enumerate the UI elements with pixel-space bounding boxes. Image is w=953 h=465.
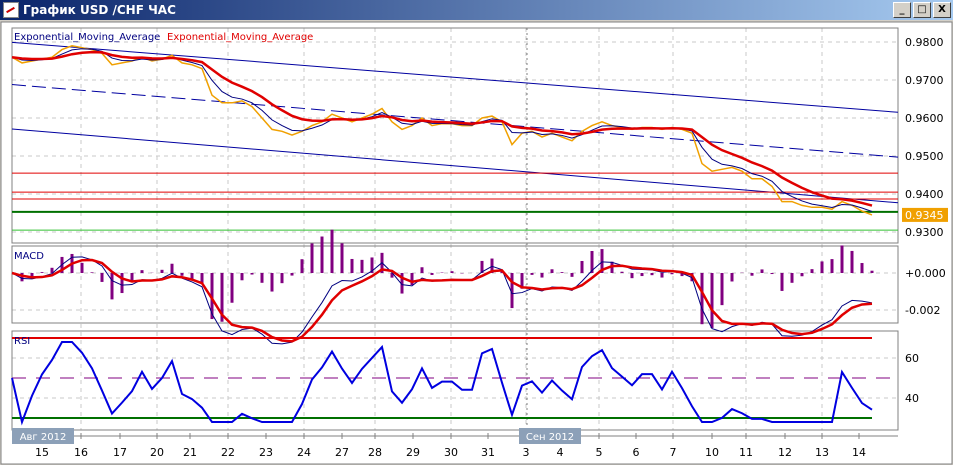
chart-area[interactable]: Exponential_Moving_Average Exponential_M…	[0, 20, 953, 465]
date-label: 3	[523, 446, 530, 459]
date-label: 21	[183, 446, 197, 459]
date-label: 24	[297, 446, 311, 459]
date-label: 30	[444, 446, 458, 459]
price-axis-label: 0.9400	[905, 188, 944, 201]
date-label: 14	[852, 446, 866, 459]
close-button[interactable]: X	[933, 2, 951, 18]
price-axis-label: 0.9300	[905, 226, 944, 239]
date-label: 6	[633, 446, 640, 459]
price-axis-label: 0.9600	[905, 112, 944, 125]
rsi-axis-label: 60	[905, 352, 919, 365]
rsi-axis-label: 40	[905, 392, 919, 405]
minimize-button[interactable]: _	[893, 2, 911, 18]
legend-ema-fast: Exponential_Moving_Average	[14, 32, 160, 43]
macd-label: MACD	[14, 251, 44, 262]
date-label: 29	[406, 446, 420, 459]
maximize-button[interactable]: □	[913, 2, 931, 18]
date-label: 27	[335, 446, 349, 459]
current-price-label: 0.9345	[905, 209, 944, 222]
date-label: 20	[150, 446, 164, 459]
date-label: 16	[74, 446, 88, 459]
rsi-label: RSI	[14, 336, 30, 347]
legend-ema-slow: Exponential_Moving_Average	[167, 32, 313, 43]
date-label: 12	[778, 446, 792, 459]
date-label: 11	[739, 446, 753, 459]
window-title: График USD /CHF ЧАС	[23, 3, 176, 17]
macd-axis-label: +0.000	[905, 267, 946, 280]
date-label: 15	[35, 446, 49, 459]
date-label: 13	[815, 446, 829, 459]
price-axis-label: 0.9800	[905, 36, 944, 49]
date-label: 7	[670, 446, 677, 459]
date-label: 28	[368, 446, 382, 459]
macd-axis-label: -0.002	[905, 304, 940, 317]
chart-app-icon	[3, 2, 19, 18]
date-label: 5	[596, 446, 603, 459]
month-label: Авг 2012	[20, 432, 67, 443]
title-bar: График USD /CHF ЧАС _ □ X	[0, 0, 953, 20]
date-label: 4	[557, 446, 564, 459]
date-label: 23	[259, 446, 273, 459]
date-label: 22	[221, 446, 235, 459]
date-label: 31	[481, 446, 495, 459]
price-axis-label: 0.9500	[905, 150, 944, 163]
date-label: 17	[113, 446, 127, 459]
price-axis-label: 0.9700	[905, 74, 944, 87]
month-label: Сен 2012	[526, 432, 574, 443]
date-label: 10	[705, 446, 719, 459]
